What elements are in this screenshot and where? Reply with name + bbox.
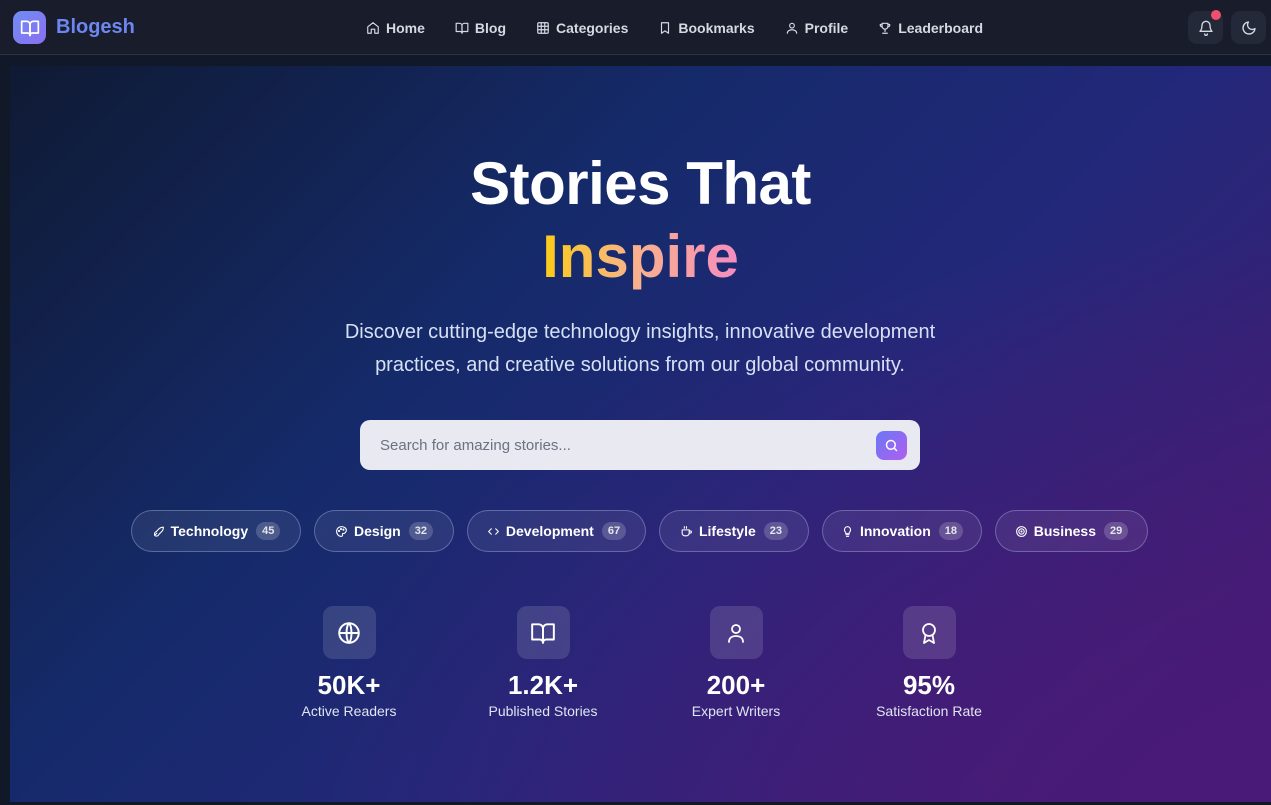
stat-label: Active Readers <box>301 703 397 719</box>
stat-value: 1.2K+ <box>507 670 579 700</box>
main-nav: Home Blog Categories Bookmarks Profile L… <box>366 0 1013 55</box>
nav-item-leaderboard[interactable]: Leaderboard <box>878 20 983 36</box>
stat-value: 50K+ <box>317 670 381 700</box>
nav-item-categories[interactable]: Categories <box>536 20 628 36</box>
stat-active-readers: 50K+ Active Readers <box>249 606 449 719</box>
nav-item-profile[interactable]: Profile <box>785 19 849 36</box>
nav-item-bookmarks[interactable]: Bookmarks <box>658 19 755 36</box>
book-open-icon <box>13 11 46 44</box>
brand-name: Blogesh <box>56 16 135 38</box>
search-box <box>360 420 920 470</box>
chip-count: 32 <box>408 522 433 540</box>
moon-icon <box>1241 20 1256 35</box>
hero-title: Stories That <box>470 150 811 217</box>
category-chip-lifestyle[interactable]: Lifestyle 23 <box>659 510 809 552</box>
notification-dot <box>1211 10 1221 20</box>
stat-label: Expert Writers <box>691 703 781 719</box>
hero-section: Stories That Inspire Discover cutting-ed… <box>10 66 1271 802</box>
chip-count: 18 <box>938 522 964 540</box>
theme-toggle-button[interactable] <box>1231 11 1266 44</box>
chip-count: 67 <box>601 522 627 540</box>
chip-label: Business <box>1033 523 1096 539</box>
nav-item-label: Leaderboard <box>898 19 984 36</box>
globe-icon <box>322 606 376 659</box>
user-icon <box>709 606 763 659</box>
nav-item-blog[interactable]: Blog <box>455 20 506 36</box>
nav-item-label: Bookmarks <box>678 19 755 36</box>
category-chip-development[interactable]: Development 67 <box>467 510 646 552</box>
book-icon <box>455 22 469 34</box>
chip-count: 45 <box>256 522 281 540</box>
stat-value: 200+ <box>706 670 766 700</box>
category-chip-design[interactable]: Design 32 <box>314 510 454 552</box>
chip-label: Design <box>354 523 401 539</box>
nav-item-home[interactable]: Home <box>366 20 425 36</box>
bookmark-icon <box>661 21 670 34</box>
search-button[interactable] <box>876 430 907 460</box>
search-icon <box>885 439 898 451</box>
code-icon <box>487 527 499 535</box>
chip-label: Development <box>505 523 594 539</box>
brand[interactable]: Blogesh <box>13 11 135 44</box>
category-chip-innovation[interactable]: Innovation 18 <box>822 510 982 552</box>
notifications-button[interactable] <box>1188 10 1223 44</box>
chip-count: 23 <box>763 522 789 540</box>
hero-highlight-text: Inspire <box>542 223 739 290</box>
stat-label: Published Stories <box>488 703 598 719</box>
stat-satisfaction-rate: 95% Satisfaction Rate <box>829 606 1029 719</box>
nav-actions <box>1188 10 1266 44</box>
home-icon <box>367 21 379 34</box>
bell-icon <box>1198 20 1213 36</box>
chip-count: 29 <box>1104 522 1129 540</box>
nav-item-label: Categories <box>556 19 629 36</box>
chip-label: Lifestyle <box>698 523 756 539</box>
category-chip-technology[interactable]: Technology 45 <box>131 510 301 552</box>
target-icon <box>1015 525 1027 537</box>
stat-published-stories: 1.2K+ Published Stories <box>443 606 643 719</box>
award-icon <box>902 606 956 659</box>
category-chip-business[interactable]: Business 29 <box>995 510 1148 552</box>
grid-icon <box>537 21 549 34</box>
chip-label: Technology <box>170 523 249 539</box>
hero-subtitle: Discover cutting-edge technology insight… <box>344 321 936 376</box>
chip-label: Innovation <box>859 523 931 539</box>
user-icon <box>786 22 797 34</box>
stat-label: Satisfaction Rate <box>876 703 982 719</box>
palette-icon <box>336 525 347 537</box>
stat-value: 95% <box>902 670 956 700</box>
coffee-icon <box>681 525 692 536</box>
hero-highlight: Inspire <box>10 221 1271 293</box>
nav-item-label: Blog <box>474 19 507 36</box>
lightbulb-icon <box>843 525 851 537</box>
nav-item-label: Profile <box>804 19 849 36</box>
category-chips: Technology 45 Design 32 Development 67 L… <box>131 510 1148 552</box>
rocket-icon <box>153 526 164 537</box>
nav-item-label: Home <box>386 19 425 36</box>
trophy-icon <box>879 22 891 34</box>
stat-expert-writers: 200+ Expert Writers <box>636 606 836 719</box>
book-open-icon <box>516 606 570 659</box>
search-input[interactable] <box>380 436 876 454</box>
navbar: Blogesh Home Blog Categories Bookmarks P… <box>0 0 1271 55</box>
